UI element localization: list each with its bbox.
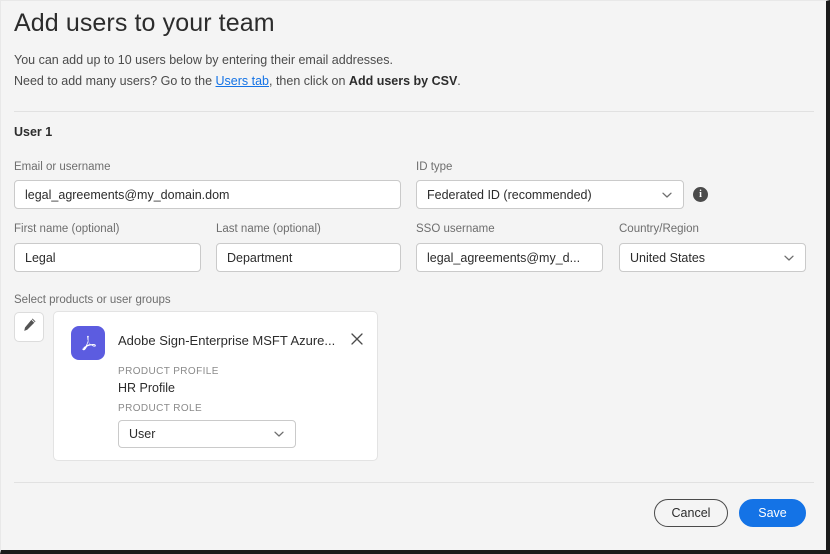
- products-label: Select products or user groups: [14, 294, 171, 306]
- id-type-value: Federated ID (recommended): [427, 187, 592, 202]
- product-name: Adobe Sign-Enterprise MSFT Azure...: [118, 333, 336, 348]
- first-name-value: Legal: [25, 250, 56, 265]
- page-title: Add users to your team: [14, 9, 275, 37]
- cancel-button[interactable]: Cancel: [654, 499, 728, 527]
- last-name-input[interactable]: Department: [216, 243, 401, 272]
- product-role-value: User: [129, 427, 156, 441]
- first-name-label: First name (optional): [14, 223, 120, 235]
- country-label: Country/Region: [619, 223, 699, 235]
- add-users-dialog: Add users to your team You can add up to…: [0, 0, 830, 554]
- info-icon[interactable]: i: [693, 187, 708, 202]
- product-card: Adobe Sign-Enterprise MSFT Azure... PROD…: [53, 311, 378, 461]
- email-label: Email or username: [14, 161, 111, 173]
- first-name-input[interactable]: Legal: [14, 243, 201, 272]
- sso-username-value: legal_agreements@my_d...: [427, 250, 581, 265]
- chevron-down-icon: [783, 252, 795, 264]
- subtitle-text-post: .: [457, 74, 461, 88]
- adobe-acrobat-icon: [71, 326, 105, 360]
- sso-username-label: SSO username: [416, 223, 495, 235]
- email-input[interactable]: legal_agreements@my_domain.dom: [14, 180, 401, 209]
- chevron-down-icon: [273, 428, 285, 440]
- product-role-select[interactable]: User: [118, 420, 296, 448]
- user-section-heading: User 1: [14, 125, 53, 139]
- pencil-icon: [22, 317, 37, 337]
- save-button[interactable]: Save: [739, 499, 806, 527]
- chevron-down-icon: [661, 189, 673, 201]
- email-input-value: legal_agreements@my_domain.dom: [25, 187, 230, 202]
- edit-products-button[interactable]: [14, 312, 44, 342]
- sso-username-input[interactable]: legal_agreements@my_d...: [416, 243, 603, 272]
- subtitle-line-1: You can add up to 10 users below by ente…: [14, 53, 393, 67]
- last-name-label: Last name (optional): [216, 223, 321, 235]
- users-tab-link[interactable]: Users tab: [216, 74, 270, 88]
- product-profile-label: PRODUCT PROFILE: [118, 366, 219, 377]
- subtitle-text-pre: Need to add many users? Go to the: [14, 74, 216, 88]
- subtitle-text-mid: , then click on: [269, 74, 349, 88]
- add-users-by-csv-text: Add users by CSV: [348, 74, 458, 88]
- id-type-select[interactable]: Federated ID (recommended): [416, 180, 684, 209]
- subtitle-line-2: Need to add many users? Go to the Users …: [14, 74, 461, 88]
- close-icon[interactable]: [349, 331, 365, 347]
- product-role-label: PRODUCT ROLE: [118, 403, 203, 414]
- product-profile-value: HR Profile: [118, 381, 175, 395]
- id-type-label: ID type: [416, 161, 453, 173]
- footer-divider: [14, 482, 814, 483]
- header-divider: [14, 111, 814, 112]
- country-value: United States: [630, 250, 706, 265]
- country-select[interactable]: United States: [619, 243, 806, 272]
- last-name-value: Department: [227, 250, 293, 265]
